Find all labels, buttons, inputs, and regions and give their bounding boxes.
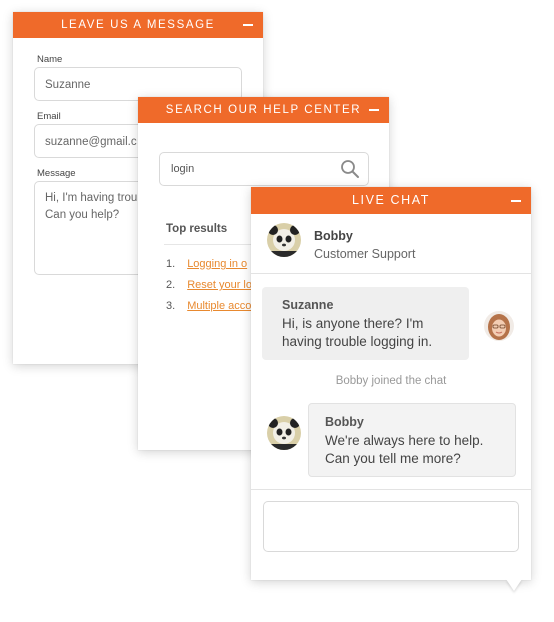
result-number: 1. bbox=[166, 258, 176, 270]
system-message: Bobby joined the chat bbox=[335, 375, 447, 387]
chat-message-input[interactable] bbox=[263, 501, 519, 552]
input-divider bbox=[251, 489, 531, 490]
minimize-icon bbox=[243, 24, 253, 26]
user-avatar-icon bbox=[484, 311, 514, 341]
user-message-bubble: Suzanne Hi, is anyone there? I'm having … bbox=[262, 287, 469, 360]
name-field[interactable]: Suzanne bbox=[34, 67, 242, 101]
chat-bubble-tail bbox=[506, 579, 522, 591]
email-value: suzanne@gmail.c bbox=[45, 136, 137, 148]
result-number: 3. bbox=[166, 300, 176, 312]
result-link[interactable]: Multiple acco bbox=[187, 300, 251, 312]
header-divider bbox=[251, 273, 531, 274]
leave-message-header: LEAVE US A MESSAGE bbox=[13, 12, 263, 38]
result-number: 2. bbox=[166, 279, 176, 291]
message-line: We're always here to help. bbox=[325, 433, 484, 448]
message-line: Hi, is anyone there? I'm bbox=[282, 316, 424, 331]
user-avatar bbox=[484, 311, 514, 341]
agent-avatar bbox=[267, 416, 301, 450]
agent-name: Bobby bbox=[314, 229, 353, 243]
panda-avatar-icon bbox=[267, 223, 301, 257]
live-chat-header: LIVE CHAT bbox=[251, 187, 531, 214]
minimize-icon bbox=[369, 109, 379, 111]
message-sender: Suzanne bbox=[282, 298, 334, 312]
agent-avatar bbox=[267, 223, 301, 257]
top-results-heading: Top results bbox=[166, 223, 228, 235]
email-label: Email bbox=[37, 111, 61, 122]
leave-message-title: LEAVE US A MESSAGE bbox=[61, 19, 215, 31]
result-item: 2. Reset your lo bbox=[166, 279, 252, 291]
panda-avatar-icon bbox=[267, 416, 301, 450]
result-link[interactable]: Logging in o bbox=[187, 258, 247, 270]
help-center-title: SEARCH OUR HELP CENTER bbox=[165, 104, 362, 116]
help-center-header: SEARCH OUR HELP CENTER bbox=[138, 97, 389, 123]
result-link[interactable]: Reset your lo bbox=[187, 279, 252, 291]
search-value: login bbox=[171, 163, 195, 175]
help-search-input[interactable]: login bbox=[159, 152, 369, 186]
search-icon[interactable] bbox=[340, 159, 360, 179]
message-line: having trouble logging in. bbox=[282, 334, 433, 349]
minimize-icon bbox=[511, 200, 521, 202]
live-chat-panel: LIVE CHAT Bobby Customer Support Suzanne… bbox=[251, 187, 531, 580]
name-label: Name bbox=[37, 54, 63, 65]
agent-role: Customer Support bbox=[314, 247, 416, 261]
live-chat-title: LIVE CHAT bbox=[351, 193, 431, 207]
result-item: 3. Multiple acco bbox=[166, 300, 251, 312]
agent-message-bubble: Bobby We're always here to help. Can you… bbox=[308, 403, 516, 477]
result-item: 1. Logging in o bbox=[166, 258, 247, 270]
message-line: Can you tell me more? bbox=[325, 451, 461, 466]
message-label: Message bbox=[37, 168, 76, 179]
message-sender: Bobby bbox=[325, 415, 364, 429]
message-line-2: Can you help? bbox=[45, 209, 120, 221]
name-value: Suzanne bbox=[45, 79, 91, 91]
message-line-1: Hi, I'm having troub bbox=[45, 192, 144, 204]
